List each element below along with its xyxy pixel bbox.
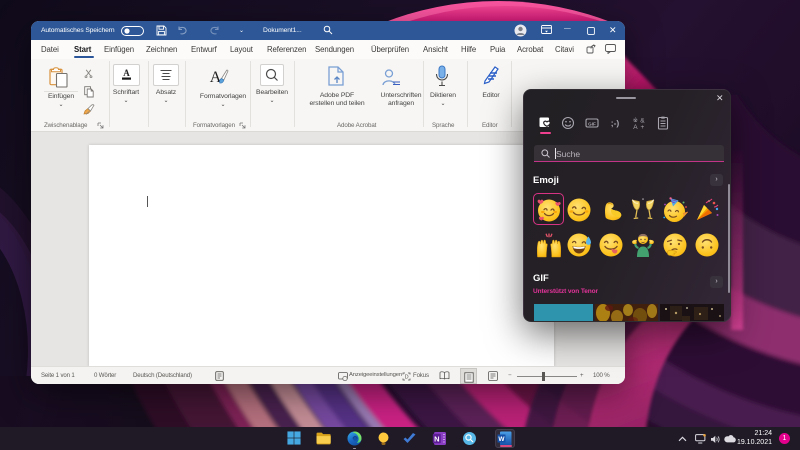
svg-text:A: A bbox=[123, 68, 130, 78]
svg-text:;-): ;-) bbox=[611, 118, 620, 128]
svg-text:GIF: GIF bbox=[588, 121, 596, 126]
svg-text:+: + bbox=[641, 124, 645, 130]
svg-text:A: A bbox=[210, 69, 222, 86]
svg-text:D: D bbox=[405, 374, 409, 380]
svg-text:W: W bbox=[498, 436, 505, 443]
svg-text:N: N bbox=[434, 434, 439, 443]
svg-text:A: A bbox=[634, 124, 639, 130]
